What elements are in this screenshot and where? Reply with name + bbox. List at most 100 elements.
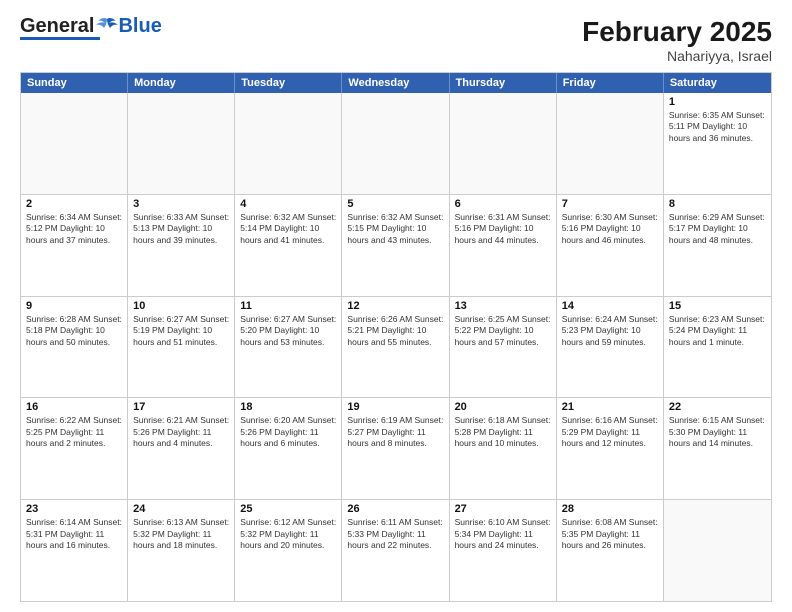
calendar-cell: [21, 93, 128, 194]
day-number: 25: [240, 503, 336, 515]
day-number: 27: [455, 503, 551, 515]
day-number: 24: [133, 503, 229, 515]
calendar-cell: 8 Sunrise: 6:29 AM Sunset: 5:17 PM Daylig…: [664, 195, 771, 296]
day-number: 20: [455, 401, 551, 413]
calendar-header-wednesday: Wednesday: [342, 73, 449, 93]
cell-info: Sunrise: 6:24 AM Sunset: 5:23 PM Dayligh…: [562, 314, 658, 348]
day-number: 15: [669, 300, 766, 312]
calendar-cell: 23Sunrise: 6:14 AM Sunset: 5:31 PM Dayli…: [21, 500, 128, 601]
cell-info: Sunrise: 6:26 AM Sunset: 5:21 PM Dayligh…: [347, 314, 443, 348]
calendar-cell: 9 Sunrise: 6:28 AM Sunset: 5:18 PM Daylig…: [21, 297, 128, 398]
calendar-cell: 7Sunrise: 6:30 AM Sunset: 5:16 PM Daylig…: [557, 195, 664, 296]
day-number: 26: [347, 503, 443, 515]
calendar-cell: 3 Sunrise: 6:33 AM Sunset: 5:13 PM Daylig…: [128, 195, 235, 296]
day-number: 21: [562, 401, 658, 413]
calendar-header-tuesday: Tuesday: [235, 73, 342, 93]
cell-info: Sunrise: 6:31 AM Sunset: 5:16 PM Dayligh…: [455, 212, 551, 246]
calendar-cell: 14Sunrise: 6:24 AM Sunset: 5:23 PM Dayli…: [557, 297, 664, 398]
calendar-cell: 26 Sunrise: 6:11 AM Sunset: 5:33 PM Dayli…: [342, 500, 449, 601]
logo-underline: [20, 37, 100, 40]
title-area: February 2025 Nahariyya, Israel: [582, 16, 772, 64]
calendar-cell: 28 Sunrise: 6:08 AM Sunset: 5:35 PM Dayli…: [557, 500, 664, 601]
day-number: 9: [26, 300, 122, 312]
cell-info: Sunrise: 6:15 AM Sunset: 5:30 PM Dayligh…: [669, 415, 766, 449]
calendar-cell: 12 Sunrise: 6:26 AM Sunset: 5:21 PM Dayli…: [342, 297, 449, 398]
calendar-cell: 25 Sunrise: 6:12 AM Sunset: 5:32 PM Dayli…: [235, 500, 342, 601]
calendar-cell: 10 Sunrise: 6:27 AM Sunset: 5:19 PM Dayli…: [128, 297, 235, 398]
cell-info: Sunrise: 6:19 AM Sunset: 5:27 PM Dayligh…: [347, 415, 443, 449]
day-number: 18: [240, 401, 336, 413]
day-number: 5: [347, 198, 443, 210]
calendar-header: SundayMondayTuesdayWednesdayThursdayFrid…: [21, 73, 771, 93]
day-number: 4: [240, 198, 336, 210]
day-number: 19: [347, 401, 443, 413]
cell-info: Sunrise: 6:18 AM Sunset: 5:28 PM Dayligh…: [455, 415, 551, 449]
day-number: 10: [133, 300, 229, 312]
calendar-cell: 19 Sunrise: 6:19 AM Sunset: 5:27 PM Dayli…: [342, 398, 449, 499]
calendar-cell: 24Sunrise: 6:13 AM Sunset: 5:32 PM Dayli…: [128, 500, 235, 601]
calendar-cell: 27 Sunrise: 6:10 AM Sunset: 5:34 PM Dayli…: [450, 500, 557, 601]
cell-info: Sunrise: 6:32 AM Sunset: 5:14 PM Dayligh…: [240, 212, 336, 246]
logo-general-text: General: [20, 16, 94, 36]
calendar-cell: 2 Sunrise: 6:34 AM Sunset: 5:12 PM Daylig…: [21, 195, 128, 296]
calendar-cell: [557, 93, 664, 194]
cell-info: Sunrise: 6:20 AM Sunset: 5:26 PM Dayligh…: [240, 415, 336, 449]
calendar-cell: [235, 93, 342, 194]
cell-info: Sunrise: 6:23 AM Sunset: 5:24 PM Dayligh…: [669, 314, 766, 348]
calendar-cell: 5 Sunrise: 6:32 AM Sunset: 5:15 PM Daylig…: [342, 195, 449, 296]
day-number: 13: [455, 300, 551, 312]
cell-info: Sunrise: 6:16 AM Sunset: 5:29 PM Dayligh…: [562, 415, 658, 449]
calendar-row-4: 23Sunrise: 6:14 AM Sunset: 5:31 PM Dayli…: [21, 499, 771, 601]
calendar-header-thursday: Thursday: [450, 73, 557, 93]
day-number: 12: [347, 300, 443, 312]
calendar-cell: 1Sunrise: 6:35 AM Sunset: 5:11 PM Daylig…: [664, 93, 771, 194]
calendar-cell: 22Sunrise: 6:15 AM Sunset: 5:30 PM Dayli…: [664, 398, 771, 499]
calendar-body: 1Sunrise: 6:35 AM Sunset: 5:11 PM Daylig…: [21, 93, 771, 601]
month-title: February 2025: [582, 16, 772, 48]
cell-info: Sunrise: 6:11 AM Sunset: 5:33 PM Dayligh…: [347, 517, 443, 551]
calendar-row-0: 1Sunrise: 6:35 AM Sunset: 5:11 PM Daylig…: [21, 93, 771, 194]
calendar-header-friday: Friday: [557, 73, 664, 93]
calendar-cell: 13Sunrise: 6:25 AM Sunset: 5:22 PM Dayli…: [450, 297, 557, 398]
day-number: 23: [26, 503, 122, 515]
day-number: 3: [133, 198, 229, 210]
cell-info: Sunrise: 6:21 AM Sunset: 5:26 PM Dayligh…: [133, 415, 229, 449]
day-number: 2: [26, 198, 122, 210]
cell-info: Sunrise: 6:12 AM Sunset: 5:32 PM Dayligh…: [240, 517, 336, 551]
cell-info: Sunrise: 6:10 AM Sunset: 5:34 PM Dayligh…: [455, 517, 551, 551]
calendar-row-1: 2 Sunrise: 6:34 AM Sunset: 5:12 PM Daylig…: [21, 194, 771, 296]
calendar-header-monday: Monday: [128, 73, 235, 93]
cell-info: Sunrise: 6:34 AM Sunset: 5:12 PM Dayligh…: [26, 212, 122, 246]
header: General Blue February 2025 Nahariyya, Is…: [20, 16, 772, 64]
day-number: 11: [240, 300, 336, 312]
cell-info: Sunrise: 6:28 AM Sunset: 5:18 PM Dayligh…: [26, 314, 122, 348]
calendar-cell: 16 Sunrise: 6:22 AM Sunset: 5:25 PM Dayli…: [21, 398, 128, 499]
day-number: 7: [562, 198, 658, 210]
page: General Blue February 2025 Nahariyya, Is…: [0, 0, 792, 612]
logo: General Blue: [20, 16, 162, 40]
cell-info: Sunrise: 6:33 AM Sunset: 5:13 PM Dayligh…: [133, 212, 229, 246]
calendar-cell: 21 Sunrise: 6:16 AM Sunset: 5:29 PM Dayli…: [557, 398, 664, 499]
day-number: 28: [562, 503, 658, 515]
day-number: 6: [455, 198, 551, 210]
cell-info: Sunrise: 6:29 AM Sunset: 5:17 PM Dayligh…: [669, 212, 766, 246]
calendar: SundayMondayTuesdayWednesdayThursdayFrid…: [20, 72, 772, 602]
day-number: 16: [26, 401, 122, 413]
calendar-cell: 18 Sunrise: 6:20 AM Sunset: 5:26 PM Dayli…: [235, 398, 342, 499]
calendar-cell: 11 Sunrise: 6:27 AM Sunset: 5:20 PM Dayli…: [235, 297, 342, 398]
cell-info: Sunrise: 6:22 AM Sunset: 5:25 PM Dayligh…: [26, 415, 122, 449]
cell-info: Sunrise: 6:32 AM Sunset: 5:15 PM Dayligh…: [347, 212, 443, 246]
cell-info: Sunrise: 6:27 AM Sunset: 5:19 PM Dayligh…: [133, 314, 229, 348]
calendar-cell: [128, 93, 235, 194]
cell-info: Sunrise: 6:08 AM Sunset: 5:35 PM Dayligh…: [562, 517, 658, 551]
cell-info: Sunrise: 6:27 AM Sunset: 5:20 PM Dayligh…: [240, 314, 336, 348]
day-number: 8: [669, 198, 766, 210]
calendar-cell: 20 Sunrise: 6:18 AM Sunset: 5:28 PM Dayli…: [450, 398, 557, 499]
calendar-row-2: 9 Sunrise: 6:28 AM Sunset: 5:18 PM Daylig…: [21, 296, 771, 398]
calendar-cell: [664, 500, 771, 601]
cell-info: Sunrise: 6:35 AM Sunset: 5:11 PM Dayligh…: [669, 110, 766, 144]
calendar-header-sunday: Sunday: [21, 73, 128, 93]
logo-bird-icon: [96, 17, 118, 35]
calendar-row-3: 16 Sunrise: 6:22 AM Sunset: 5:25 PM Dayli…: [21, 397, 771, 499]
calendar-cell: 4 Sunrise: 6:32 AM Sunset: 5:14 PM Daylig…: [235, 195, 342, 296]
